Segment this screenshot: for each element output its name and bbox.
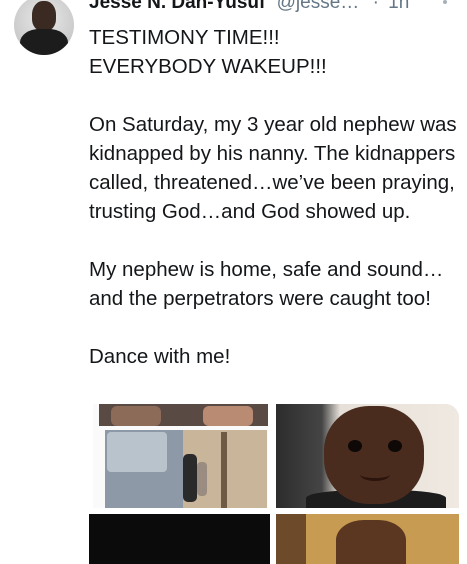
media-image-child-2[interactable] <box>276 514 459 564</box>
tweet-text: TESTIMONY TIME!!! EVERYBODY WAKEUP!!! On… <box>89 23 459 371</box>
separator-dot: · <box>372 0 379 13</box>
avatar-head <box>32 1 56 31</box>
author-name[interactable]: Jesse N. Dan-Yusuf <box>89 0 265 13</box>
media-image-child[interactable] <box>276 404 459 508</box>
tweet-line: My nephew is home, safe and sound… and t… <box>89 258 444 310</box>
tweet-time[interactable]: 1h <box>388 0 409 13</box>
tweet-line: On Saturday, my 3 year old nephew was ki… <box>89 113 457 223</box>
media-image-dark[interactable] <box>89 514 270 564</box>
media-grid <box>89 404 459 564</box>
media-image-cctv[interactable] <box>93 404 268 508</box>
tweet-line: TESTIMONY TIME!!! <box>89 26 280 49</box>
tweet-header: Jesse N. Dan-Yusuf @jesse… · 1h <box>89 0 409 14</box>
tweet-line: EVERYBODY WAKEUP!!! <box>89 55 327 78</box>
author-handle[interactable]: @jesse… <box>277 0 360 13</box>
tweet-line: Dance with me! <box>89 345 231 368</box>
more-options-icon[interactable] <box>438 0 452 12</box>
avatar[interactable] <box>14 0 74 55</box>
avatar-body <box>20 29 68 55</box>
